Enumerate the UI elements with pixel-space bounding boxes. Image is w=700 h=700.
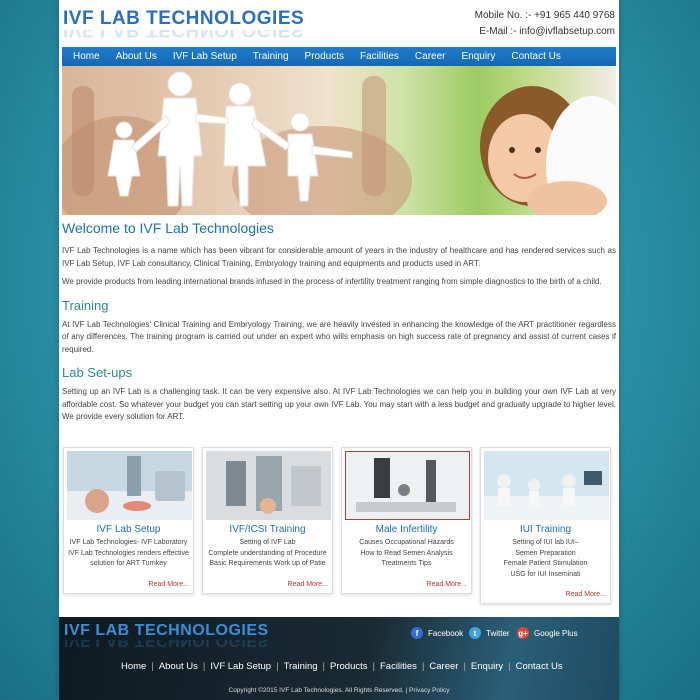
iui-training-image (484, 451, 609, 520)
male-infertility-image (345, 451, 470, 520)
google-plus-icon: g+ (517, 627, 529, 639)
training-paragraph: At IVF Lab Technologies' Clinical Traini… (62, 319, 616, 354)
footer-nav-training[interactable]: Training (284, 661, 318, 672)
card-line: Causes Occupational Hazards (359, 539, 454, 546)
twitter-icon: t (469, 627, 481, 639)
footer-nav-home[interactable]: Home (121, 661, 146, 672)
nav-separator: | (372, 661, 375, 672)
page-container: IVF LAB TECHNOLOGIES IVF LAB TECHNOLOGIE… (59, 0, 619, 700)
card-line: Female Patient Stimulation (503, 560, 588, 567)
copyright-text: Copyright ©2015 IVF Lab Technologies. Al… (228, 687, 404, 694)
facebook-link[interactable]: f Facebook (411, 627, 463, 639)
card-title[interactable]: IUI Training (481, 524, 610, 535)
card-line: IVF Lab Technologies renders effective (68, 549, 189, 557)
footer-nav-about-us[interactable]: About Us (159, 661, 198, 672)
nav-facilities[interactable]: Facilities (352, 51, 407, 62)
nav-about-us[interactable]: About Us (108, 51, 165, 62)
main-nav: Home About Us IVF Lab Setup Training Pro… (62, 47, 616, 66)
facebook-icon: f (411, 627, 423, 639)
footer-nav: Home | About Us | IVF Lab Setup | Training |… (121, 661, 563, 672)
read-more-link[interactable]: Read More... (566, 591, 606, 598)
nav-products[interactable]: Products (297, 51, 352, 62)
card-line: Setting of IUI lab IUI– (512, 539, 579, 546)
nav-separator: | (322, 661, 326, 672)
ivf-lab-setup-image (67, 451, 192, 520)
hero-banner (62, 66, 616, 215)
lab-setups-heading: Lab Set-ups (62, 365, 133, 380)
google-plus-link[interactable]: g+ Google Plus (517, 627, 578, 639)
site-footer: IVF LAB TECHNOLOGIES IVF LAB TECHNOLOGIE… (59, 617, 619, 700)
footer-nav-enquiry[interactable]: Enquiry (471, 661, 503, 672)
footer-nav-facilities[interactable]: Facilities (380, 661, 417, 672)
card-description: Causes Occupational Hazards How to Read … (342, 538, 471, 570)
footer-nav-contact-us[interactable]: Contact Us (516, 661, 563, 672)
nav-ivf-lab-setup[interactable]: IVF Lab Setup (165, 51, 245, 62)
hero-banner-image (62, 71, 616, 215)
site-header: IVF LAB TECHNOLOGIES IVF LAB TECHNOLOGIE… (59, 0, 619, 46)
nav-training[interactable]: Training (245, 51, 297, 62)
nav-contact-us[interactable]: Contact Us (503, 51, 568, 62)
card-line: Treatments Tips (381, 560, 432, 567)
nav-separator: | (276, 661, 279, 672)
card-male-infertility: Male Infertility Causes Occupational Haz… (341, 447, 472, 594)
card-ivf-icsi-training: IVF/ICSI Training Setting of IVF Lab Com… (202, 447, 333, 594)
copyright-bar: Copyright ©2015 IVF Lab Technologies. Al… (59, 687, 619, 694)
card-line: USG for IUI Inseminati (510, 570, 581, 578)
facebook-label: Facebook (428, 628, 464, 638)
service-cards: IVF Lab Setup IVF Lab Technologies- IVF … (63, 447, 615, 604)
read-more-link[interactable]: Read More... (149, 581, 189, 588)
welcome-heading: Welcome to IVF Lab Technologies (62, 220, 274, 236)
card-description: Setting of IUI lab IUI– Semen Preparatio… (481, 538, 610, 580)
footer-logo-reflection: IVF LAB TECHNOLOGIES (64, 640, 269, 649)
card-description: IVF Lab Technologies- IVF Laboratory IVF… (64, 538, 193, 570)
privacy-policy-link[interactable]: Privacy Policy (409, 687, 449, 694)
card-title[interactable]: Male Infertility (342, 524, 471, 535)
contact-info: Mobile No. :- +91 965 440 9768 E-Mail :-… (475, 8, 615, 40)
nav-separator: | (463, 661, 466, 672)
card-iui-training: IUI Training Setting of IUI lab IUI– Sem… (480, 447, 611, 604)
card-description: Setting of IVF Lab Complete understandin… (203, 538, 332, 570)
ivf-icsi-training-image (206, 451, 331, 520)
card-line: Basic Requirements Work up of Patie (209, 560, 326, 567)
welcome-paragraph-1: IVF Lab Technologies is a name which has… (62, 246, 616, 268)
footer-nav-ivf-lab-setup[interactable]: IVF Lab Setup (210, 661, 271, 672)
nav-separator: | (508, 661, 511, 672)
footer-nav-career[interactable]: Career (429, 661, 458, 672)
footer-logo[interactable]: IVF LAB TECHNOLOGIES (64, 622, 269, 640)
nav-enquiry[interactable]: Enquiry (453, 51, 503, 62)
twitter-link[interactable]: t Twitter (469, 627, 510, 639)
card-line: How to Read Semen Analysis (360, 549, 453, 557)
site-logo-reflection: IVF LAB TECHNOLOGIES (63, 30, 304, 40)
google-plus-label: Google Plus (534, 628, 578, 638)
training-heading: Training (62, 297, 109, 313)
read-more-link[interactable]: Read More... (288, 581, 328, 588)
card-title[interactable]: IVF Lab Setup (64, 524, 193, 535)
twitter-label: Twitter (486, 628, 510, 638)
main-content: Welcome to IVF Lab Technologies IVF Lab … (62, 220, 616, 430)
mobile-number: Mobile No. :- +91 965 440 9768 (474, 10, 615, 21)
card-line: Complete understanding of Procedure (208, 549, 327, 557)
card-line: Setting of IVF Lab (239, 539, 296, 546)
nav-separator: | (421, 661, 425, 672)
site-logo[interactable]: IVF LAB TECHNOLOGIES (63, 8, 304, 30)
nav-career[interactable]: Career (407, 51, 454, 62)
nav-separator: | (202, 661, 206, 672)
email-address: E-Mail :- info@ivflabsetup.com (479, 26, 615, 37)
welcome-paragraph-2: We provide products from leading interna… (62, 277, 602, 286)
card-line: IVF Lab Technologies- IVF Laboratory (69, 539, 188, 546)
footer-nav-products[interactable]: Products (330, 661, 368, 672)
nav-separator: | (151, 661, 154, 672)
card-ivf-lab-setup: IVF Lab Setup IVF Lab Technologies- IVF … (63, 447, 194, 594)
card-line: Semen Preparation (515, 549, 576, 557)
card-line: solution for ART Turnkey (90, 560, 167, 567)
card-title[interactable]: IVF/ICSI Training (203, 524, 332, 535)
nav-home[interactable]: Home (65, 51, 108, 62)
lab-setups-paragraph: Setting up an IVF Lab is a challenging t… (62, 387, 616, 421)
read-more-link[interactable]: Read More... (427, 581, 467, 588)
